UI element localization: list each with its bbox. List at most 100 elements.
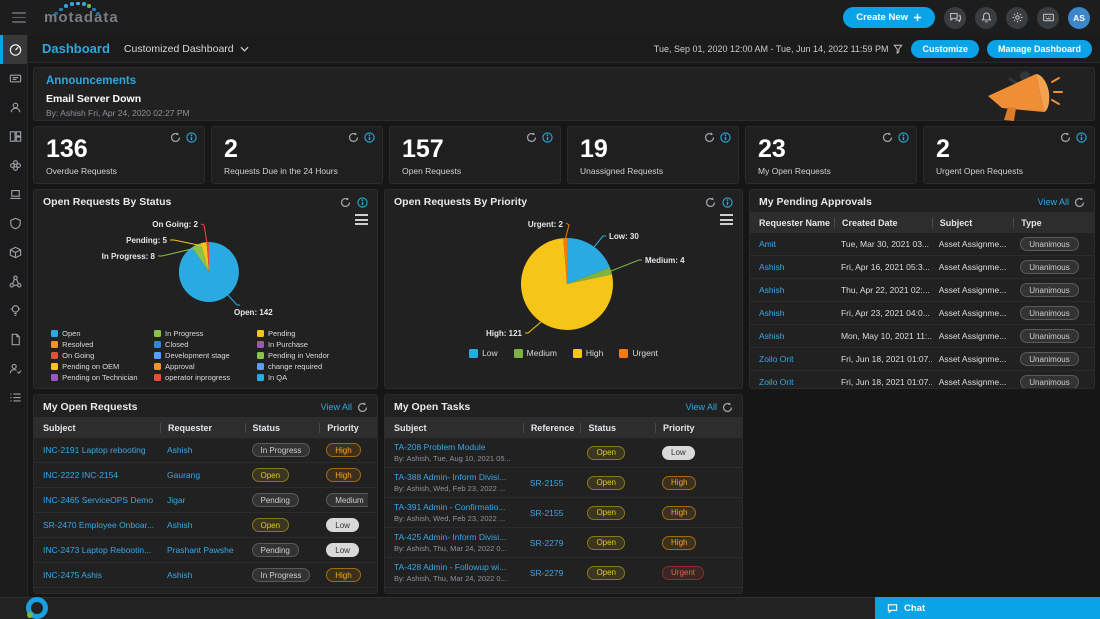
request-subject-link[interactable]: INC-2473 Laptop Rebootin... (43, 545, 151, 555)
user-avatar[interactable]: AS (1068, 7, 1090, 29)
customize-button[interactable]: Customize (911, 40, 979, 58)
legend-item[interactable]: Closed (154, 339, 257, 349)
reference-link[interactable]: SR-2155 (530, 508, 564, 518)
info-icon[interactable] (542, 132, 553, 143)
task-subject-link[interactable]: TA-425 Admin- Inform Divisi... (394, 532, 506, 542)
request-subject-link[interactable]: INC-2465 ServiceOPS Demo (43, 495, 153, 505)
legend-item[interactable]: In Purchase (257, 339, 360, 349)
approval-requester-link[interactable]: Amit (759, 239, 776, 249)
legend-label: Urgent (632, 348, 658, 358)
chat-bar[interactable]: Chat (875, 597, 1100, 619)
menu-icon[interactable] (12, 12, 26, 23)
legend-item[interactable]: change required (257, 361, 360, 371)
refresh-icon[interactable] (348, 132, 359, 143)
legend-item[interactable]: Pending in Vendor (257, 350, 360, 360)
refresh-icon[interactable] (357, 402, 368, 413)
request-subject-link[interactable]: INC-2475 Ashis (43, 570, 102, 580)
refresh-icon[interactable] (526, 132, 537, 143)
sidebar-item-task-list[interactable] (0, 383, 27, 412)
refresh-icon[interactable] (1074, 197, 1085, 208)
sidebar-item-package[interactable] (0, 238, 27, 267)
open-requests-view-all-link[interactable]: View All (321, 402, 368, 413)
info-icon[interactable] (186, 132, 197, 143)
request-subject-link[interactable]: INC-2191 Laptop rebooting (43, 445, 146, 455)
approval-requester-link[interactable]: Ashish (759, 285, 785, 295)
sidebar-item-user[interactable] (0, 93, 27, 122)
legend-item[interactable]: Pending on Technician (51, 372, 154, 382)
sidebar-item-network[interactable] (0, 267, 27, 296)
sidebar-item-flower[interactable] (0, 151, 27, 180)
requester-link[interactable]: Ashish (167, 520, 193, 530)
legend-item[interactable]: On Going (51, 350, 154, 360)
info-icon[interactable] (720, 132, 731, 143)
legend-item[interactable]: Urgent (619, 348, 658, 358)
reference-link[interactable]: SR-2279 (530, 538, 564, 548)
sidebar-item-user-check[interactable] (0, 354, 27, 383)
approvals-view-all-link[interactable]: View All (1038, 197, 1085, 208)
info-icon[interactable] (364, 132, 375, 143)
announcement-headline[interactable]: Email Server Down (46, 93, 1082, 105)
info-icon[interactable] (898, 132, 909, 143)
settings-icon[interactable] (1006, 7, 1028, 29)
create-new-button[interactable]: Create New (843, 7, 935, 28)
refresh-icon[interactable] (722, 402, 733, 413)
task-subject-link[interactable]: TA-388 Admin- Inform Divisi... (394, 472, 506, 482)
refresh-icon[interactable] (170, 132, 181, 143)
legend-item[interactable]: Pending on OEM (51, 361, 154, 371)
refresh-icon[interactable] (704, 132, 715, 143)
sidebar-item-bulb[interactable] (0, 296, 27, 325)
request-subject-link[interactable]: SR-2470 Employee Onboar... (43, 520, 154, 530)
legend-item[interactable]: Pending (257, 328, 360, 338)
sidebar-item-dashboard[interactable] (0, 35, 27, 64)
refresh-icon[interactable] (705, 197, 716, 208)
task-subject-link[interactable]: TA-391 Admin - Confirmatio... (394, 502, 505, 512)
console-icon[interactable] (1037, 7, 1059, 29)
refresh-icon[interactable] (340, 197, 351, 208)
legend-item[interactable]: Low (469, 348, 498, 358)
legend-item[interactable]: Medium (514, 348, 557, 358)
refresh-icon[interactable] (882, 132, 893, 143)
requester-link[interactable]: Jigar (167, 495, 185, 505)
request-subject-link[interactable]: INC-2222 INC-2154 (43, 470, 118, 480)
task-subject-link[interactable]: TA-208 Problem Module (394, 442, 486, 452)
requester-link[interactable]: Prashant Pawshe (167, 545, 234, 555)
reference-link[interactable]: SR-2279 (530, 568, 564, 578)
dashboard-selector[interactable]: Customized Dashboard (124, 43, 249, 55)
bell-icon[interactable] (975, 7, 997, 29)
info-icon[interactable] (1076, 132, 1087, 143)
sidebar-item-document[interactable] (0, 325, 27, 354)
approval-requester-link[interactable]: Ashish (759, 308, 785, 318)
reference-link[interactable]: SR-2155 (530, 478, 564, 488)
status-badge: Medium (326, 493, 368, 507)
task-subject-link[interactable]: TA-428 Admin - Followup wi... (394, 562, 506, 572)
legend-item[interactable]: High (573, 348, 603, 358)
legend-item[interactable]: Development stage (154, 350, 257, 360)
legend-swatch (619, 349, 628, 358)
requester-link[interactable]: Ashish (167, 445, 193, 455)
sidebar-item-layout[interactable] (0, 122, 27, 151)
approval-requester-link[interactable]: Zoilo Orit (759, 354, 793, 364)
sidebar-item-laptop[interactable] (0, 180, 27, 209)
refresh-icon[interactable] (1060, 132, 1071, 143)
requester-link[interactable]: Ashish (167, 570, 193, 580)
legend-item[interactable]: In Progress (154, 328, 257, 338)
chat-icon[interactable] (944, 7, 966, 29)
chart-menu-icon[interactable] (720, 214, 733, 225)
info-icon[interactable] (357, 197, 368, 208)
legend-item[interactable]: In QA (257, 372, 360, 382)
date-range-filter[interactable]: Tue, Sep 01, 2020 12:00 AM - Tue, Jun 14… (654, 44, 904, 54)
open-tasks-view-all-link[interactable]: View All (686, 402, 733, 413)
approval-requester-link[interactable]: Ashish (759, 262, 785, 272)
legend-item[interactable]: operator inprogress (154, 372, 257, 382)
approval-requester-link[interactable]: Ashish (759, 331, 785, 341)
legend-item[interactable]: Approval (154, 361, 257, 371)
sidebar-item-shield[interactable] (0, 209, 27, 238)
legend-item[interactable]: Open (51, 328, 154, 338)
sidebar-item-ticket[interactable] (0, 64, 27, 93)
info-icon[interactable] (722, 197, 733, 208)
legend-item[interactable]: Resolved (51, 339, 154, 349)
manage-dashboard-button[interactable]: Manage Dashboard (987, 40, 1092, 58)
chart-menu-icon[interactable] (355, 214, 368, 225)
approval-requester-link[interactable]: Zoilo Orit (759, 377, 793, 387)
requester-link[interactable]: Gaurang (167, 470, 200, 480)
